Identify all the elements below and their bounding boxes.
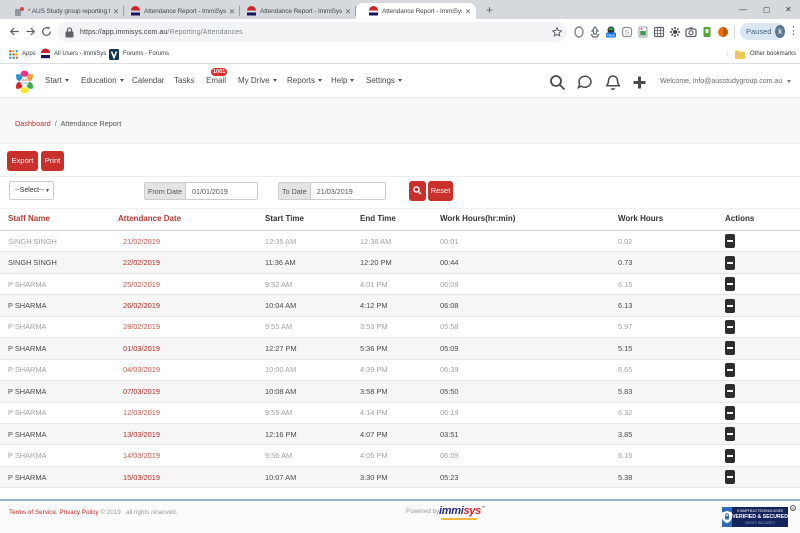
svg-text:New: New bbox=[607, 33, 615, 38]
svg-text:S: S bbox=[625, 30, 630, 37]
